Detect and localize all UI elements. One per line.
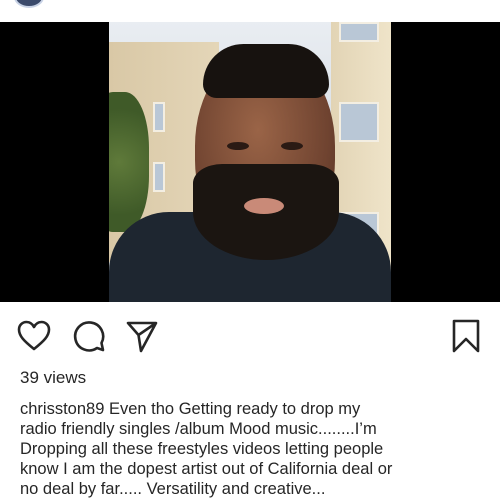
person-eye-left — [227, 142, 249, 150]
background-tree — [109, 92, 149, 232]
person-hair — [203, 44, 329, 98]
post-header — [0, 0, 500, 22]
bookmark-icon[interactable] — [448, 318, 484, 354]
caption-username[interactable]: chrisston89 — [20, 400, 104, 418]
comment-icon[interactable] — [71, 318, 107, 354]
avatar[interactable] — [14, 0, 44, 8]
video-frame — [109, 22, 391, 302]
heart-icon[interactable] — [16, 318, 52, 354]
person-eye-right — [281, 142, 303, 150]
view-count[interactable]: 39 views — [20, 368, 86, 388]
send-icon[interactable] — [124, 318, 160, 354]
action-bar — [0, 314, 500, 358]
video-player[interactable] — [0, 22, 500, 302]
person-mouth — [244, 198, 284, 214]
post-caption: chrisston89 Even tho Getting ready to dr… — [20, 399, 490, 499]
